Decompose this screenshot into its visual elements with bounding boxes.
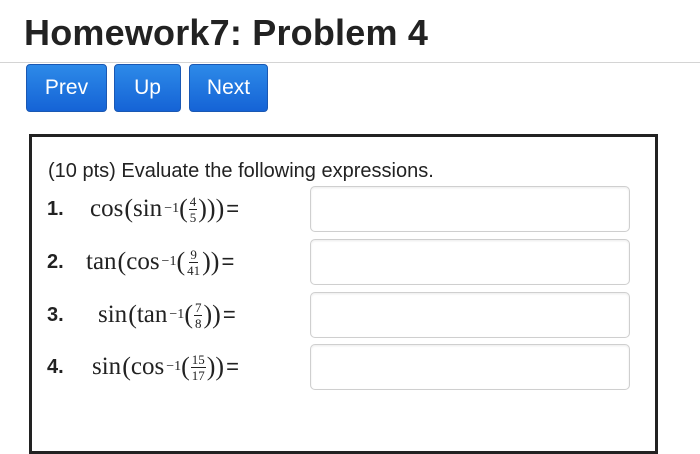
- problem-item-3: 3. sin(tan −1(7 8)) =: [0, 292, 700, 338]
- title-divider: [0, 62, 700, 63]
- page-title: Homework7: Problem 4: [24, 12, 429, 53]
- equals-sign: =: [226, 196, 240, 221]
- inverse-exponent: −1: [166, 359, 182, 374]
- fraction: 45: [188, 193, 198, 225]
- problem-item-1: 1. cos(sin −1(4 5))) =: [0, 186, 700, 232]
- answer-input-2[interactable]: [310, 239, 630, 285]
- outer-function: cos: [90, 195, 124, 222]
- fraction: 15 17: [190, 351, 206, 383]
- fraction-numerator: 4: [188, 193, 198, 210]
- math-expression: sin(cos −1(15 17)) =: [92, 351, 239, 383]
- problem-prompt: (10 pts) Evaluate the following expressi…: [48, 160, 434, 182]
- inverse-exponent: −1: [164, 201, 180, 216]
- inverse-exponent: −1: [169, 307, 185, 322]
- outer-function: sin: [98, 301, 128, 328]
- answer-input-1[interactable]: [310, 186, 630, 232]
- math-expression: sin(tan −1(7 8)) =: [98, 299, 236, 331]
- item-number: 1.: [47, 198, 64, 220]
- fraction-denominator: 8: [194, 315, 202, 331]
- outer-function: tan: [86, 248, 117, 275]
- item-number: 3.: [47, 304, 64, 326]
- inner-function: tan: [136, 301, 168, 328]
- fraction-denominator: 17: [191, 367, 205, 383]
- fraction-denominator: 41: [187, 262, 201, 278]
- item-number: 4.: [47, 356, 64, 378]
- fraction: 9 41: [186, 248, 201, 277]
- inner-function: cos: [126, 248, 160, 275]
- item-number: 2.: [47, 251, 64, 273]
- fraction-numerator: 9: [189, 246, 198, 263]
- fraction-denominator: 5: [189, 209, 197, 225]
- answer-input-3[interactable]: [310, 292, 630, 338]
- equals-sign: =: [221, 249, 235, 274]
- math-expression: tan(cos −1(9 41)) =: [86, 246, 235, 278]
- inner-function: cos: [130, 353, 165, 380]
- fraction-numerator: 7: [193, 299, 203, 316]
- inverse-exponent: −1: [161, 254, 177, 269]
- answer-input-4[interactable]: [310, 344, 630, 390]
- math-expression: cos(sin −1(4 5))) =: [90, 193, 240, 225]
- problem-item-4: 4. sin(cos −1(15 17)) =: [0, 344, 700, 390]
- fraction-numerator: 15: [190, 351, 206, 368]
- equals-sign: =: [226, 354, 239, 379]
- up-button[interactable]: Up: [114, 64, 181, 112]
- next-button[interactable]: Next: [189, 64, 268, 112]
- outer-function: sin: [92, 353, 122, 380]
- problem-item-2: 2. tan(cos −1(9 41)) =: [0, 239, 700, 285]
- fraction: 78: [193, 299, 203, 331]
- equals-sign: =: [222, 302, 236, 327]
- inner-function: sin: [133, 195, 163, 222]
- prev-button[interactable]: Prev: [26, 64, 107, 112]
